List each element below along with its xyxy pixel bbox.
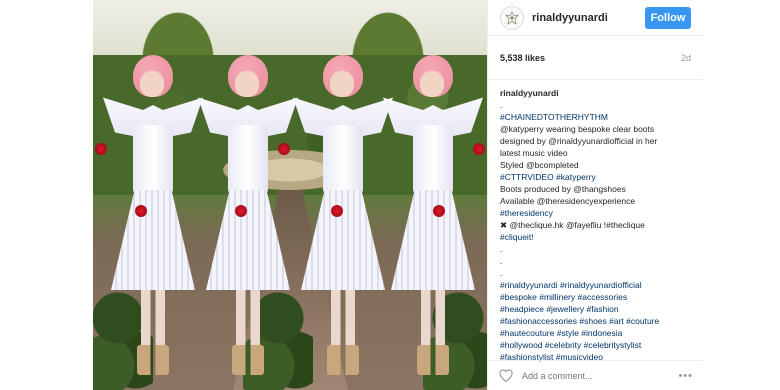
caption-line[interactable]: #theresidency [500,207,691,219]
figure-left [103,55,203,380]
figure-right [383,55,483,380]
caption-line: Styled @bcompleted [500,160,579,170]
caption-line: . [500,256,503,266]
palm-tree [133,0,223,60]
caption-line: Boots produced by @thangshoes [500,184,626,194]
post-time[interactable]: 2d [681,53,691,63]
comment-bar: ••• [488,360,703,390]
caption-line[interactable]: #cliqueit! [500,231,691,243]
avatar-logo-icon[interactable] [500,5,524,30]
rose [433,205,445,217]
caption-line[interactable]: #hollywood #celebrity #celebritystylist [500,339,691,351]
instagram-post: rinaldyyunardi Follow 5,538 likes 2d rin… [93,0,703,390]
caption: rinaldyyunardi. #CHAINEDTOTHERHYTHM @katyp… [488,80,703,363]
username[interactable]: rinaldyyunardi [532,12,645,24]
caption-username[interactable]: rinaldyyunardi [500,87,691,99]
more-options-button[interactable]: ••• [678,370,693,382]
caption-line[interactable]: #rinaldyyunardi #rinaldyyunardiofficial [500,279,691,291]
caption-line[interactable]: #headpiece #jewellery #fashion [500,303,691,315]
palm-tree [343,0,433,60]
rose [235,205,247,217]
rose [95,143,107,155]
caption-line: designed by @rinaldyyunardiofficial in h… [500,136,658,146]
figure-mirror-right [293,55,393,380]
add-comment-input[interactable] [522,370,679,381]
caption-line: . [500,100,503,110]
rose [473,143,485,155]
caption-line: ✖ @theclique.hk @fayefliu !#theclique [500,220,645,230]
follow-button[interactable]: Follow [645,6,691,29]
post-sidebar: rinaldyyunardi Follow 5,538 likes 2d rin… [487,0,703,390]
post-header: rinaldyyunardi Follow [488,0,703,36]
post-photo[interactable] [93,0,487,390]
caption-line: . [500,244,503,254]
caption-line[interactable]: #fashionaccessories #shoes #art #couture [500,315,691,327]
likes-count[interactable]: 5,538 likes [500,53,545,63]
figure-mirror-left [198,55,298,380]
caption-line[interactable]: #CHAINEDTOTHERHYTHM [500,111,691,123]
rose [278,143,290,155]
caption-line: latest music video [500,148,568,158]
caption-line[interactable]: #bespoke #millinery #accessories [500,291,691,303]
rose [331,205,343,217]
caption-line: Available @theresidencyexperience [500,196,636,206]
caption-line[interactable]: #hautecouture #style #indonesia [500,327,691,339]
caption-line[interactable]: #CTTRVIDEO #katyperry [500,171,691,183]
caption-line: @katyperry wearing bespoke clear boots [500,124,655,134]
caption-line: . [500,268,503,278]
rose [135,205,147,217]
heart-icon[interactable] [498,368,514,384]
post-meta: 5,538 likes 2d [488,36,703,80]
